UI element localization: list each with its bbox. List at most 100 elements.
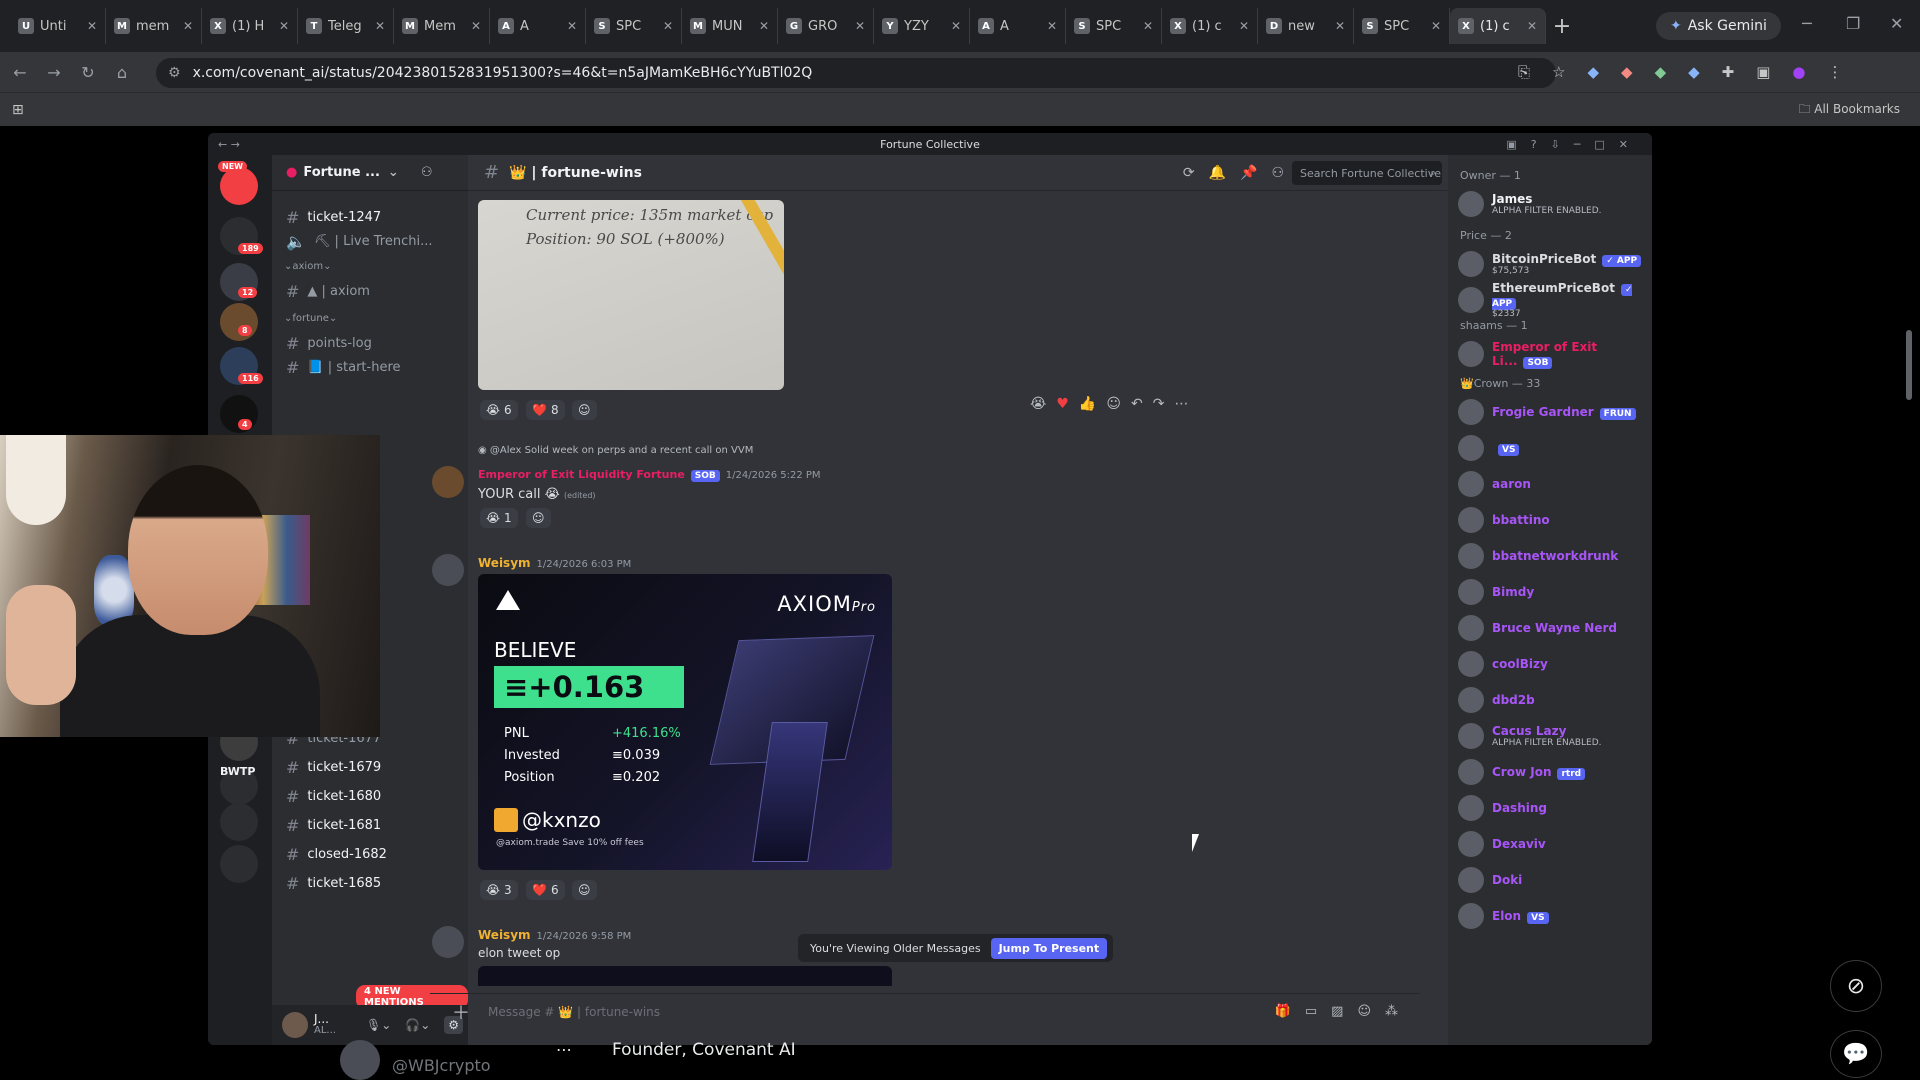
pnl-card-image[interactable]: AXIOMPro BELIEVE ≡+0.163 PNL +416.16% In… — [478, 574, 892, 870]
server-label[interactable]: BWTP — [220, 765, 255, 778]
gif-icon[interactable]: ▭ — [1305, 1004, 1317, 1019]
browser-tab[interactable]: Mmem ✕ — [106, 8, 202, 44]
extension-icon[interactable]: ◆ — [1621, 63, 1633, 81]
user-avatar[interactable] — [282, 1012, 308, 1038]
channel-item[interactable]: 🔈 ⛏ | Live Trenchi... — [280, 229, 460, 253]
grok-icon[interactable]: ⊘ — [1830, 960, 1882, 1012]
sticker-icon[interactable]: ▨ — [1331, 1004, 1343, 1019]
category-fortune[interactable]: ⌄fortune⌄ — [284, 313, 337, 324]
member-list-icon[interactable]: ⚇ — [1271, 165, 1284, 181]
member-item[interactable]: aaron — [1458, 469, 1646, 499]
member-item[interactable]: Frogie Gardner FRUN — [1458, 397, 1646, 427]
close-tab-icon[interactable]: ✕ — [759, 19, 769, 33]
forward-icon[interactable]: → — [40, 63, 68, 82]
browser-tab[interactable]: S SPC ✕ — [1354, 8, 1450, 44]
channel-item[interactable]: # ticket-1680 — [280, 784, 460, 808]
member-item[interactable]: Dexaviv — [1458, 829, 1646, 859]
bookmark-star-icon[interactable]: ☆ — [1552, 63, 1565, 81]
apps-grid-icon[interactable]: ⊞ — [12, 102, 24, 118]
category-axiom[interactable]: ⌄axiom⌄ — [284, 261, 331, 272]
member-item[interactable]: Cacus Lazy ALPHA FILTER ENABLED. — [1458, 721, 1646, 751]
window-controls[interactable]: ▣?⇩─□✕ — [1506, 138, 1642, 151]
gift-icon[interactable]: 🎁 — [1275, 1004, 1291, 1019]
browser-tab[interactable]: X (1) c ✕ — [1450, 8, 1546, 44]
install-app-icon[interactable]: ⎘ — [1518, 63, 1530, 81]
member-item[interactable]: Crow Jon rtrd — [1458, 757, 1646, 787]
search-input[interactable]: Search Fortune Collective ⌕ — [1292, 161, 1442, 185]
message-author[interactable]: Weisym 1/24/2026 6:03 PM — [478, 556, 631, 570]
profile-avatar[interactable] — [340, 1040, 380, 1080]
browser-tab[interactable]: T Teleg ✕ — [298, 8, 394, 44]
attach-plus-icon[interactable]: ＋ — [452, 999, 470, 1025]
profile-handle[interactable]: @WBJcrypto — [392, 1056, 491, 1075]
notification-bell-icon[interactable]: 🔔 — [1209, 165, 1226, 181]
menu-kebab-icon[interactable]: ⋮ — [1828, 63, 1843, 81]
message-author[interactable]: Emperor of Exit Liquidity Fortune SOB 1/24… — [478, 468, 821, 482]
close-tab-icon[interactable]: ✕ — [375, 19, 385, 33]
member-item[interactable]: Elon VS — [1458, 901, 1646, 931]
reaction-cry-icon[interactable]: 😭 — [1030, 396, 1046, 412]
profile-avatar-icon[interactable]: ● — [1792, 63, 1805, 81]
server-icon[interactable] — [220, 803, 258, 841]
close-tab-icon[interactable]: ✕ — [1047, 19, 1057, 33]
more-options-icon[interactable]: ⋯ — [1174, 396, 1188, 412]
add-member-icon[interactable]: ⚇ — [421, 165, 433, 180]
member-item[interactable]: Dashing — [1458, 793, 1646, 823]
side-panel-icon[interactable]: ▣ — [1756, 63, 1770, 81]
more-options-icon[interactable]: ⋯ — [556, 1040, 572, 1059]
extension-icon[interactable]: ◆ — [1688, 63, 1700, 81]
message-avatar[interactable] — [432, 926, 464, 958]
close-tab-icon[interactable]: ✕ — [567, 19, 577, 33]
member-item[interactable]: BitcoinPriceBot ✓ APP $75,573 — [1458, 249, 1646, 279]
close-tab-icon[interactable]: ✕ — [1431, 19, 1441, 33]
server-icon[interactable] — [220, 303, 258, 341]
emoji-icon[interactable]: ☺ — [1357, 1004, 1371, 1019]
reaction-chip[interactable]: 😭 6 — [480, 400, 518, 420]
channel-item[interactable]: # closed-1682 — [280, 842, 460, 866]
close-tab-icon[interactable]: ✕ — [951, 19, 961, 33]
messages-icon[interactable]: 💬 — [1830, 1030, 1882, 1078]
add-reaction-button[interactable]: ☺ — [572, 880, 597, 900]
close-tab-icon[interactable]: ✕ — [183, 19, 193, 33]
reaction-chip[interactable]: ❤️ 6 — [526, 880, 565, 900]
threads-icon[interactable]: ⟳ — [1183, 165, 1195, 181]
browser-tab[interactable]: Dnew ✕ — [1258, 8, 1354, 44]
member-item[interactable]: James ALPHA FILTER ENABLED. — [1458, 189, 1646, 219]
restore-window-button[interactable]: ❐ — [1846, 14, 1860, 33]
reaction-chip[interactable]: 😭 1 — [480, 508, 518, 528]
reply-preview[interactable]: ◉ @Alex Solid week on perps and a recent… — [478, 445, 753, 456]
member-item[interactable]: Bruce Wayne Nerd — [1458, 613, 1646, 643]
minimize-window-button[interactable]: ─ — [1802, 14, 1812, 33]
channel-item[interactable]: # ticket-1685 — [280, 871, 460, 895]
reaction-chip[interactable]: 😭 3 — [480, 880, 518, 900]
reload-icon[interactable]: ↻ — [74, 63, 102, 82]
member-item[interactable]: Emperor of Exit Li... SOB — [1458, 339, 1646, 369]
all-bookmarks-button[interactable]: 🗀 All Bookmarks — [1798, 100, 1900, 121]
member-item[interactable]: EthereumPriceBot ✓ APP $2337 — [1458, 281, 1646, 319]
message-composer[interactable]: ＋ Message # 👑 | fortune-wins 🎁 ▭ ▨ ☺ ⁂ — [430, 993, 1420, 1029]
add-reaction-icon[interactable]: ☺ — [1106, 396, 1121, 412]
channel-item[interactable]: # 📘 | start-here — [280, 355, 460, 379]
browser-tab[interactable]: X (1) c ✕ — [1162, 8, 1258, 44]
home-icon[interactable]: ⌂ — [108, 63, 136, 82]
reaction-heart-icon[interactable]: ♥ — [1056, 396, 1069, 412]
channel-item[interactable]: # ticket-1681 — [280, 813, 460, 837]
reply-icon[interactable]: ↶ — [1131, 396, 1143, 412]
page-scrollbar[interactable] — [1906, 330, 1912, 400]
member-item[interactable]: dbd2b — [1458, 685, 1646, 715]
browser-tab[interactable]: M Mem ✕ — [394, 8, 490, 44]
close-tab-icon[interactable]: ✕ — [279, 19, 289, 33]
browser-tab[interactable]: S SPC ✕ — [1066, 8, 1162, 44]
browser-tab[interactable]: A A ✕ — [970, 8, 1066, 44]
add-reaction-button[interactable]: ☺ — [526, 508, 551, 528]
address-bar[interactable]: ⚙ x.com/covenant_ai/status/20423801528319… — [156, 58, 1556, 88]
close-window-button[interactable]: ✕ — [1890, 14, 1903, 33]
add-reaction-button[interactable]: ☺ — [572, 400, 597, 420]
message-avatar[interactable] — [432, 466, 464, 498]
browser-tab[interactable]: M MUN ✕ — [682, 8, 778, 44]
nav-arrows-icon[interactable]: ← → — [218, 138, 240, 151]
apps-icon[interactable]: ⁂ — [1385, 1004, 1398, 1019]
forward-icon[interactable]: ↷ — [1153, 396, 1165, 412]
close-tab-icon[interactable]: ✕ — [855, 19, 865, 33]
extension-icon[interactable]: ◆ — [1587, 63, 1599, 81]
